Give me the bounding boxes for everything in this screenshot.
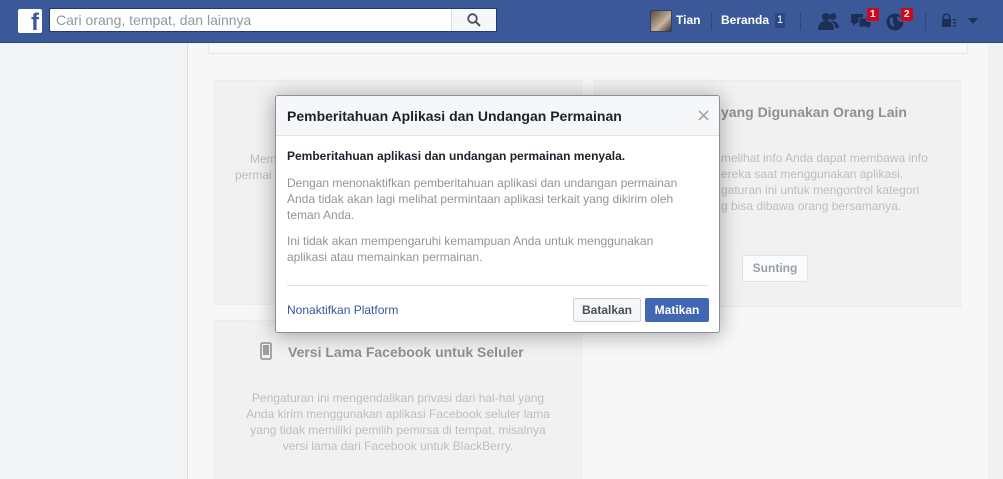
dialog-line: aplikasi atau memainkan permainan. [287, 250, 483, 264]
facebook-logo[interactable]: f [18, 9, 42, 36]
dialog-title: Pemberitahuan Aplikasi dan Undangan Perm… [287, 108, 622, 124]
search-icon [467, 13, 481, 27]
nav-divider [925, 12, 926, 30]
dialog-line: Ini tidak akan mempengaruhi kemampuan An… [287, 234, 654, 248]
nav-divider [800, 12, 801, 30]
home-link[interactable]: Beranda [721, 13, 769, 27]
turn-off-button[interactable]: Matikan [645, 298, 709, 322]
lock-settings-icon [942, 13, 978, 27]
friends-icon [818, 13, 839, 30]
home-count-badge: 1 [775, 13, 785, 28]
messages-badge: 1 [866, 7, 880, 22]
dialog-line: Anda tidak akan lagi melihat permintaan … [287, 192, 674, 206]
dialog-header: Pemberitahuan Aplikasi dan Undangan Perm… [276, 96, 719, 136]
top-navigation-bar: f Tian Beranda 1 1 [0, 0, 1003, 43]
search-box [49, 8, 497, 32]
notifications-button[interactable]: 2 [885, 7, 914, 32]
app-notifications-dialog: Pemberitahuan Aplikasi dan Undangan Perm… [275, 95, 720, 333]
logo-glyph: f [31, 9, 39, 36]
chevron-down-icon [968, 18, 978, 24]
nav-divider [711, 12, 712, 30]
dialog-divider [287, 285, 708, 286]
dialog-line: Dengan menonaktifkan pemberitahuan aplik… [287, 176, 678, 190]
user-name: Tian [676, 13, 701, 27]
settings-menu-button[interactable] [940, 12, 980, 30]
messages-button[interactable]: 1 [850, 7, 880, 32]
search-input[interactable] [56, 11, 451, 29]
friend-requests-button[interactable] [817, 10, 841, 32]
close-icon[interactable]: × [696, 107, 711, 125]
dialog-paragraph: Ini tidak akan mempengaruhi kemampuan An… [287, 233, 712, 265]
notifications-badge: 2 [900, 7, 914, 22]
cancel-button[interactable]: Batalkan [573, 298, 641, 322]
dialog-line: teman Anda. [287, 208, 355, 222]
disable-platform-link[interactable]: Nonaktifkan Platform [287, 303, 398, 317]
avatar [650, 10, 672, 32]
search-button[interactable] [451, 9, 496, 31]
dialog-status-text: Pemberitahuan aplikasi dan undangan perm… [287, 149, 626, 163]
dialog-paragraph: Dengan menonaktifkan pemberitahuan aplik… [287, 175, 712, 223]
